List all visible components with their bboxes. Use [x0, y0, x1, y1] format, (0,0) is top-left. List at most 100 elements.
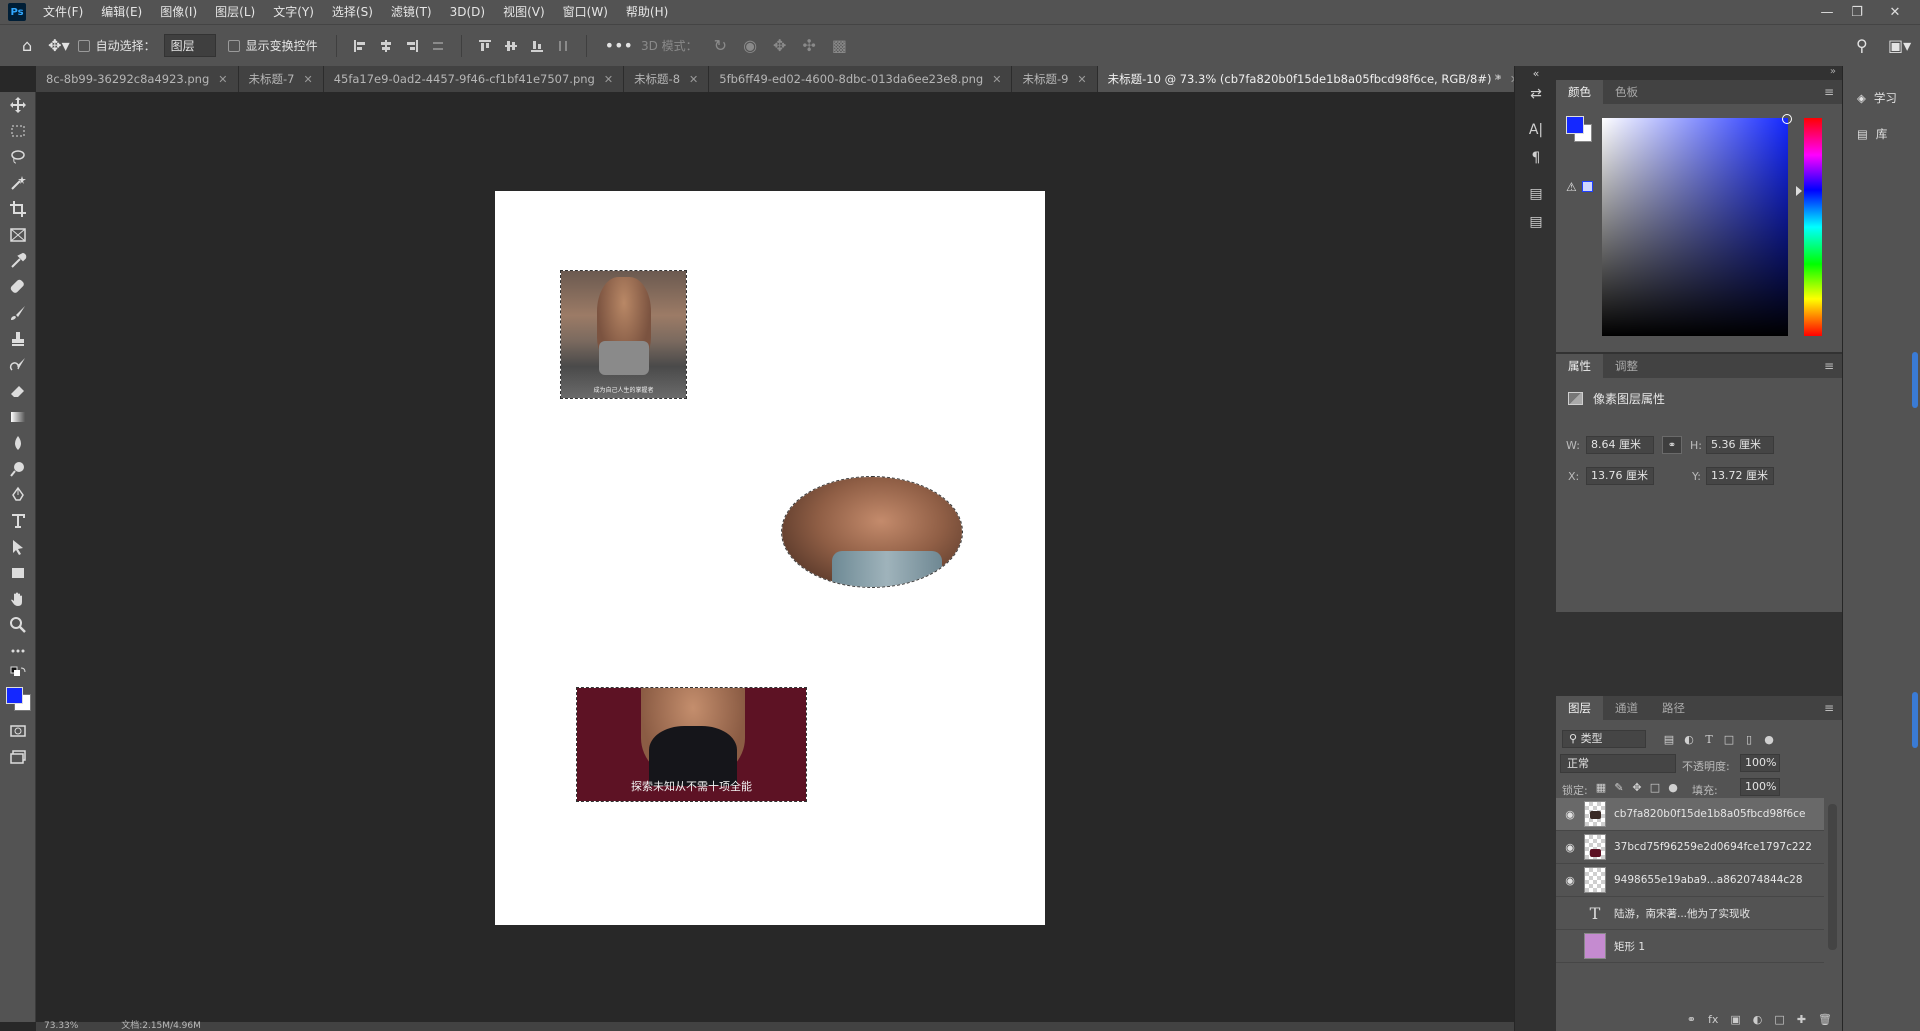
color-picker-knob[interactable]: [1782, 114, 1792, 124]
visibility-eye-icon[interactable]: ◉: [1556, 841, 1584, 854]
x-field[interactable]: 13.76 厘米: [1586, 467, 1654, 485]
align-hcenter-icon[interactable]: [375, 36, 397, 56]
magic-wand-tool-icon[interactable]: [0, 170, 36, 196]
lock-artboard-icon[interactable]: □: [1646, 778, 1664, 796]
eyedropper-tool-icon[interactable]: [0, 248, 36, 274]
color-swatches[interactable]: [0, 684, 36, 718]
close-tab-icon[interactable]: ✕: [303, 73, 312, 86]
tab-channels[interactable]: 通道: [1603, 696, 1650, 720]
gamut-warning-icon[interactable]: ⚠: [1566, 180, 1577, 194]
width-field[interactable]: 8.64 厘米: [1586, 436, 1654, 454]
new-group-icon[interactable]: □: [1774, 1013, 1784, 1026]
tab-doc-4[interactable]: 未标题-8 ✕: [624, 66, 710, 92]
auto-select-dropdown[interactable]: 图层: [163, 34, 216, 57]
close-icon[interactable]: ✕: [1880, 0, 1910, 24]
close-tab-icon[interactable]: ✕: [218, 73, 227, 86]
zoom-level[interactable]: 73.33%: [44, 1021, 78, 1031]
document-canvas[interactable]: 成为自己人生的掌握者 探索未知从不需十项全能: [495, 191, 1045, 925]
tab-properties[interactable]: 属性: [1556, 354, 1603, 378]
healing-brush-tool-icon[interactable]: [0, 274, 36, 300]
lock-position-icon[interactable]: ✥: [1628, 778, 1646, 796]
menu-edit[interactable]: 编辑(E): [92, 0, 151, 24]
menu-filter[interactable]: 滤镜(T): [382, 0, 441, 24]
panel-edge-handle[interactable]: [1912, 692, 1918, 748]
delete-layer-icon[interactable]: 🗑: [1818, 1013, 1832, 1026]
tab-color[interactable]: 颜色: [1556, 80, 1603, 104]
tabs-overflow-icon[interactable]: »: [1494, 70, 1502, 85]
panel-menu-icon[interactable]: ≡: [1824, 701, 1834, 715]
filter-toggle-icon[interactable]: ●: [1760, 730, 1778, 748]
menu-type[interactable]: 文字(Y): [264, 0, 323, 24]
distribute-vertical-icon[interactable]: [552, 36, 574, 56]
layer-row[interactable]: T 陆游，南宋著...他为了实现收: [1556, 897, 1824, 930]
foreground-color-swatch[interactable]: [6, 687, 23, 704]
tab-swatches[interactable]: 色板: [1603, 80, 1650, 104]
hue-slider-handle[interactable]: [1796, 186, 1802, 196]
layer-row[interactable]: ◉ cb7fa820b0f15de1b8a05fbcd98f6ce: [1556, 798, 1824, 831]
link-dimensions-icon[interactable]: ⚭: [1662, 436, 1682, 454]
close-tab-icon[interactable]: ✕: [689, 73, 698, 86]
type-tool-icon[interactable]: [0, 508, 36, 534]
menu-layer[interactable]: 图层(L): [206, 0, 264, 24]
quick-mask-icon[interactable]: [0, 718, 36, 744]
tab-doc-2[interactable]: 未标题-7 ✕: [238, 66, 324, 92]
3d-pan-icon[interactable]: ✥: [773, 36, 786, 55]
eraser-tool-icon[interactable]: [0, 378, 36, 404]
align-vcenter-icon[interactable]: [500, 36, 522, 56]
more-options-icon[interactable]: •••: [605, 36, 633, 55]
collapse-arrows-icon[interactable]: »: [1556, 66, 1842, 80]
frame-tool-icon[interactable]: [0, 222, 36, 248]
blur-tool-icon[interactable]: [0, 430, 36, 456]
align-top-icon[interactable]: [474, 36, 496, 56]
y-field[interactable]: 13.72 厘米: [1706, 467, 1774, 485]
blend-mode-select[interactable]: 正常: [1560, 754, 1676, 773]
close-tab-icon[interactable]: ✕: [604, 73, 613, 86]
pen-tool-icon[interactable]: [0, 482, 36, 508]
zoom-tool-icon[interactable]: [0, 612, 36, 638]
tab-paths[interactable]: 路径: [1650, 696, 1697, 720]
visibility-eye-icon[interactable]: ◉: [1556, 808, 1584, 821]
path-selection-tool-icon[interactable]: [0, 534, 36, 560]
workspace-icon[interactable]: ▣▾: [1888, 36, 1911, 55]
lasso-tool-icon[interactable]: [0, 144, 36, 170]
align-left-icon[interactable]: [349, 36, 371, 56]
more-tools-icon[interactable]: [0, 638, 36, 664]
show-transform-checkbox[interactable]: [227, 39, 240, 52]
rectangle-tool-icon[interactable]: [0, 560, 36, 586]
menu-view[interactable]: 视图(V): [494, 0, 554, 24]
3d-orbit-icon[interactable]: ↻: [714, 36, 727, 55]
canvas-area[interactable]: 成为自己人生的掌握者 探索未知从不需十项全能: [36, 92, 1514, 1022]
3d-slide-icon[interactable]: ✣: [802, 36, 815, 55]
notes-panel-icon[interactable]: ▤: [1515, 208, 1557, 236]
tab-doc-3[interactable]: 45fa17e9-0ad2-4457-9f46-cf1bf41e7507.png…: [323, 66, 625, 92]
color-field[interactable]: [1602, 114, 1792, 336]
collapse-arrows-icon[interactable]: «: [1515, 66, 1557, 80]
adjustment-layer-icon[interactable]: ◐: [1753, 1013, 1763, 1026]
height-field[interactable]: 5.36 厘米: [1706, 436, 1774, 454]
photo-layer-back[interactable]: 成为自己人生的掌握者: [560, 270, 687, 399]
layer-row[interactable]: ◉ 9498655e19aba9...a862074844c28: [1556, 864, 1824, 897]
panel-edge-handle[interactable]: [1912, 352, 1918, 408]
3d-camera-icon[interactable]: ▩: [832, 36, 847, 55]
opacity-field[interactable]: 100%: [1740, 754, 1780, 772]
marquee-tool-icon[interactable]: [0, 118, 36, 144]
screen-mode-icon[interactable]: [0, 744, 36, 770]
tab-layers[interactable]: 图层: [1556, 696, 1603, 720]
tab-adjustments[interactable]: 调整: [1603, 354, 1650, 378]
menu-window[interactable]: 窗口(W): [554, 0, 617, 24]
menu-file[interactable]: 文件(F): [34, 0, 92, 24]
move-tool-preset-icon[interactable]: ✥▾: [48, 36, 69, 55]
properties-panel-icon[interactable]: ▤: [1515, 180, 1557, 208]
filter-shape-icon[interactable]: □: [1720, 730, 1738, 748]
panel-menu-icon[interactable]: ≡: [1824, 359, 1834, 373]
paragraph-panel-icon[interactable]: ¶: [1515, 144, 1557, 172]
history-panel-icon[interactable]: ⇄: [1515, 80, 1557, 108]
layer-filter-select[interactable]: ⚲ 类型: [1562, 730, 1646, 748]
panel-menu-icon[interactable]: ≡: [1824, 85, 1834, 99]
close-tab-icon[interactable]: ✕: [1077, 73, 1086, 86]
restore-icon[interactable]: ❐: [1842, 0, 1872, 24]
fill-field[interactable]: 100%: [1740, 778, 1780, 796]
filter-type-icon[interactable]: T: [1700, 730, 1718, 748]
foreground-color-swatch[interactable]: [1566, 116, 1584, 134]
menu-select[interactable]: 选择(S): [323, 0, 382, 24]
